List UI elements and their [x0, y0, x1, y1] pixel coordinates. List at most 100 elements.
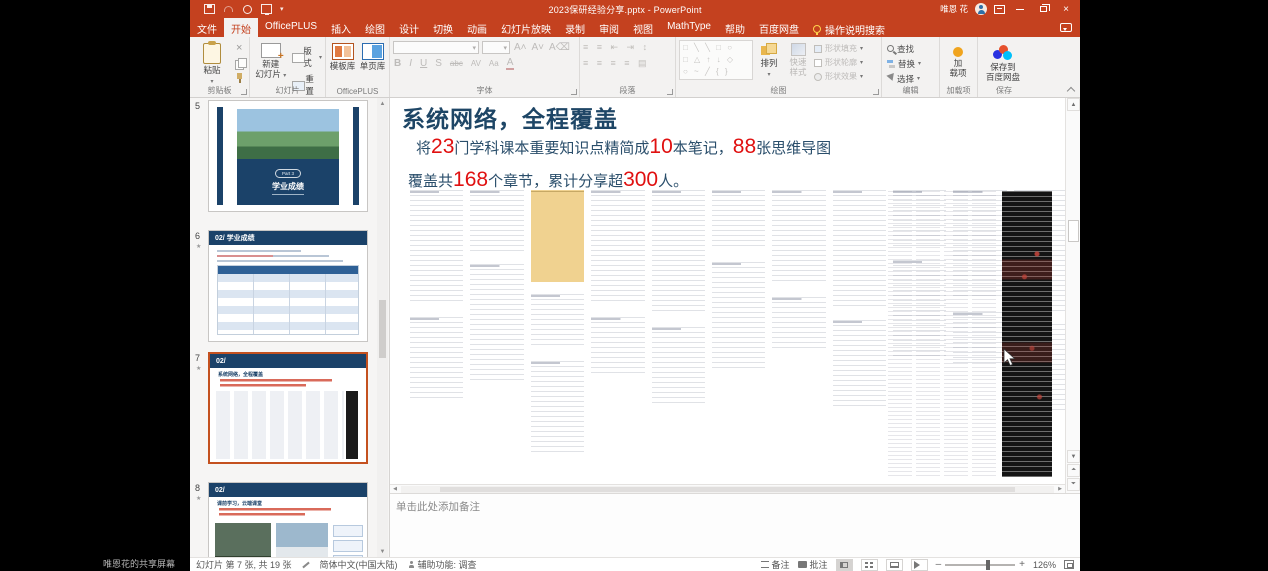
save-icon[interactable] [204, 4, 215, 14]
zoom-slider[interactable] [945, 564, 1015, 566]
close-button[interactable]: × [1058, 2, 1074, 16]
clear-formatting-icon[interactable]: A⌫ [548, 43, 571, 53]
vertical-scrollbar[interactable]: ▲ ▼ ⏶ ⏷ [1065, 98, 1080, 493]
alignment-icons[interactable]: ≡ ≡ ≡ ≡ ▤ [583, 58, 672, 69]
notes-toggle[interactable]: 备注 [761, 558, 790, 571]
find-button[interactable]: 查找 [887, 43, 921, 55]
tab-help[interactable]: 帮助 [718, 18, 752, 37]
note-image [531, 361, 584, 456]
fit-to-window-icon[interactable] [1064, 560, 1074, 569]
zoom-level[interactable]: 126% [1033, 560, 1056, 570]
tab-slideshow[interactable]: 幻灯片放映 [494, 18, 558, 37]
horizontal-scrollbar[interactable]: ◀ ▶ [390, 484, 1065, 493]
character-spacing-button[interactable]: AV [470, 60, 482, 68]
slide-5-thumbnail[interactable]: Part 3 学业成绩 [208, 100, 368, 212]
slide-canvas[interactable]: 系统网络，全程覆盖 将23门学科课本重要知识点精简成10本笔记，88张思维导图 … [390, 98, 1065, 484]
font-color-button[interactable]: A [506, 58, 515, 70]
tab-record[interactable]: 录制 [558, 18, 592, 37]
note-image [410, 190, 463, 305]
group-officeplus: 模板库 单页库 OfficePLUS [326, 37, 390, 97]
text-shadow-button[interactable]: S [434, 59, 443, 69]
shape-fill-button[interactable]: 形状填充▾ [814, 43, 863, 54]
zoom-control[interactable]: – + [936, 559, 1025, 570]
tall-note-strip [916, 191, 940, 477]
select-button[interactable]: 选择▾ [887, 73, 921, 85]
tab-animations[interactable]: 动画 [460, 18, 494, 37]
spell-check-icon[interactable] [302, 561, 309, 568]
template-library-button[interactable]: 模板库 [329, 40, 356, 85]
tab-home[interactable]: 开始 [224, 18, 258, 37]
slide-8-thumbnail[interactable]: 02/ 课前学习，云端课堂 [208, 482, 368, 557]
shape-outline-button[interactable]: 形状轮廓▾ [814, 57, 863, 68]
comments-toggle[interactable]: 批注 [798, 558, 828, 571]
tab-baidu-netdisk[interactable]: 百度网盘 [752, 18, 806, 37]
cut-icon[interactable] [234, 45, 246, 55]
reading-view-button[interactable] [886, 559, 903, 571]
change-case-button[interactable]: Aa [488, 60, 500, 68]
shapes-gallery[interactable]: □ ╲ ╲ □ ○ □ △ ↑ ↓ ◇ ○ ~ ╱ { } [679, 40, 753, 80]
slide-sorter-view-button[interactable] [861, 559, 878, 571]
redo-icon[interactable] [242, 4, 253, 14]
minimize-button[interactable] [1012, 2, 1028, 16]
notes-pane[interactable]: 单击此处添加备注 [390, 493, 1080, 557]
window-controls: 唯恩 花 × [940, 2, 1080, 16]
notes-icon [761, 561, 769, 568]
new-slide-button[interactable]: 新建幻灯片 ▾ [253, 40, 289, 85]
slide-6-thumbnail[interactable]: 02/ 学业成绩 [208, 230, 368, 342]
avatar[interactable] [975, 3, 987, 15]
ribbon-display-options-icon[interactable] [994, 5, 1005, 14]
mouse-cursor [1003, 348, 1016, 367]
clipboard-dialog-launcher[interactable] [241, 89, 247, 95]
collapse-ribbon-icon[interactable] [1067, 86, 1074, 93]
save-to-baidu-button[interactable]: 保存到百度网盘 [981, 40, 1025, 85]
italic-button[interactable]: I [408, 59, 413, 69]
strikethrough-button[interactable]: abc [449, 60, 464, 68]
grow-font-icon[interactable]: A˄ [513, 43, 528, 53]
tab-officeplus[interactable]: OfficePLUS [258, 18, 324, 37]
quick-styles-button[interactable]: 快速样式 [785, 40, 811, 85]
tab-file[interactable]: 文件 [190, 18, 224, 37]
accessibility-status[interactable]: 辅助功能: 调查 [408, 558, 477, 571]
font-name-combo[interactable]: ▾ [393, 41, 479, 54]
undo-icon[interactable] [223, 4, 234, 14]
format-painter-icon[interactable] [234, 73, 246, 83]
shrink-font-icon[interactable]: A˅ [531, 43, 546, 53]
shape-effects-button[interactable]: 形状效果▾ [814, 71, 863, 82]
bullets-numbering-indent-icons[interactable]: ≡ ≡ ⇤ ⇥ ↕ [583, 42, 672, 53]
zoom-out-icon[interactable]: – [936, 559, 942, 570]
copy-icon[interactable] [234, 59, 246, 69]
account-name[interactable]: 唯恩 花 [940, 3, 968, 15]
page-library-button[interactable]: 单页库 [359, 40, 386, 85]
tab-insert[interactable]: 插入 [324, 18, 358, 37]
normal-view-button[interactable] [836, 559, 853, 571]
zoom-in-icon[interactable]: + [1019, 559, 1025, 570]
addins-button[interactable]: 加载项 [943, 40, 973, 85]
slide-7-thumbnail[interactable]: 02/ 系统网络，全程覆盖 [208, 352, 368, 464]
replace-button[interactable]: 替换▾ [887, 58, 921, 70]
arrange-button[interactable]: 排列 ▾ [756, 40, 782, 85]
tab-transitions[interactable]: 切换 [426, 18, 460, 37]
tab-draw[interactable]: 绘图 [358, 18, 392, 37]
maximize-button[interactable] [1035, 2, 1051, 16]
qat-customize-icon[interactable]: ▾ [280, 5, 284, 13]
bold-button[interactable]: B [393, 59, 402, 69]
slideshow-view-button[interactable] [911, 559, 928, 571]
font-dialog-launcher[interactable] [571, 89, 577, 95]
paragraph-dialog-launcher[interactable] [667, 89, 673, 95]
shape-effects-icon [814, 73, 822, 81]
tab-mathtype[interactable]: MathType [660, 18, 718, 37]
layout-button[interactable]: 版式▾ [292, 45, 322, 69]
comments-bubble-icon[interactable] [1060, 23, 1072, 32]
tab-view[interactable]: 视图 [626, 18, 660, 37]
underline-button[interactable]: U [419, 59, 428, 69]
thumbnail-scrollbar[interactable]: ▲ ▼ [377, 98, 388, 557]
tell-me-search[interactable]: 操作说明搜索 [806, 18, 892, 37]
drawing-dialog-launcher[interactable] [873, 89, 879, 95]
paste-button[interactable]: 粘贴 ▾ [193, 40, 231, 85]
language-indicator[interactable]: 简体中文(中国大陆) [320, 558, 398, 571]
font-size-combo[interactable]: ▾ [482, 41, 510, 54]
tab-design[interactable]: 设计 [392, 18, 426, 37]
tab-review[interactable]: 审阅 [592, 18, 626, 37]
start-slideshow-icon[interactable] [261, 4, 272, 14]
slide-body-text: 将23门学科课本重要知识点精简成10本笔记，88张思维导图 覆盖共168个章节，… [416, 132, 876, 198]
